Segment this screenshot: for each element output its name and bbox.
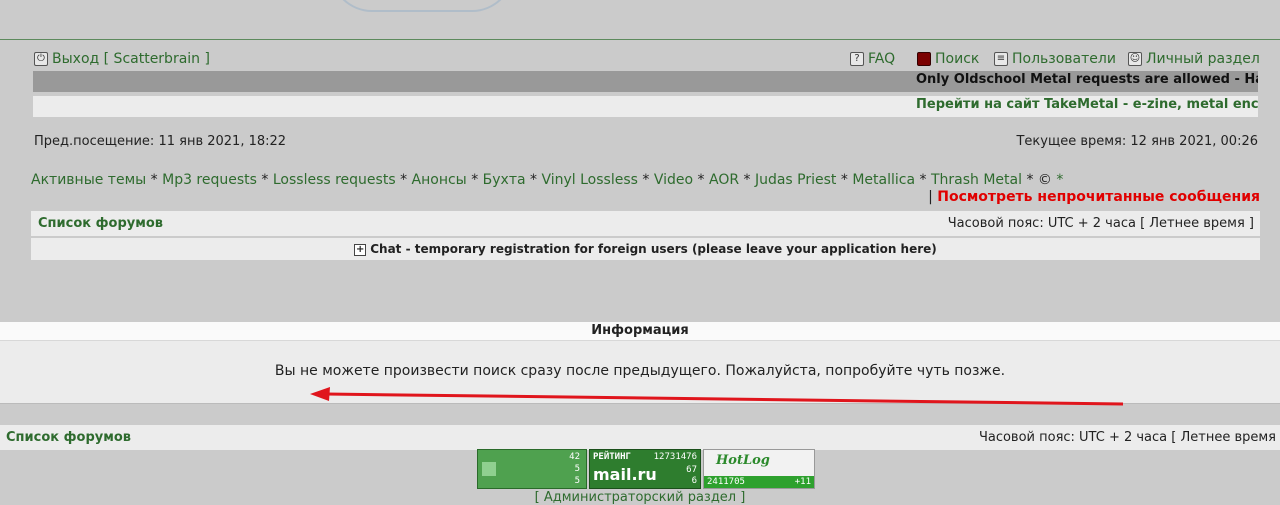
announcement-banner: Only Oldschool Metal requests are allowe… (33, 71, 1258, 92)
chat-link[interactable]: Chat - temporary registration for foreig… (370, 242, 937, 256)
header-divider (0, 39, 1280, 40)
site-link-text[interactable]: Перейти на сайт TakeMetal - e-zine, meta… (916, 97, 1258, 112)
separator: * (840, 172, 848, 188)
profile-link[interactable]: ☺ Личный раздел (1128, 51, 1260, 67)
separator: * (743, 172, 751, 188)
unread-posts-link[interactable]: | Посмотреть непрочитанные сообщения (928, 189, 1260, 205)
separator: * (697, 172, 705, 188)
quick-link[interactable]: Анонсы (412, 172, 467, 188)
quick-link[interactable]: Активные темы (31, 172, 146, 188)
site-logo-fragment (330, 0, 514, 12)
last-visit: Пред.посещение: 11 янв 2021, 18:22 (34, 134, 287, 149)
hotlog-plus: +11 (794, 477, 811, 487)
quick-link-star[interactable]: * (1056, 172, 1063, 188)
timezone-info: Часовой пояс: UTC + 2 часа [ Летнее врем… (947, 216, 1254, 231)
unread-label[interactable]: Посмотреть непрочитанные сообщения (937, 189, 1260, 205)
current-time: Текущее время: 12 янв 2021, 00:26 (1016, 134, 1258, 149)
quick-link[interactable]: Judas Priest (755, 172, 836, 188)
faq-label: FAQ (868, 51, 896, 67)
logout-label: Выход [ Scatterbrain ] (52, 51, 210, 67)
unread-separator: | (928, 189, 933, 205)
chat-row: + Chat - temporary registration for forei… (31, 238, 1260, 260)
quick-link[interactable]: AOR (709, 172, 739, 188)
users-label: Пользователи (1012, 51, 1116, 67)
rating-stat: 67 (686, 465, 697, 475)
separator: * (261, 172, 269, 188)
separator: * (471, 172, 479, 188)
help-icon: ? (850, 52, 864, 66)
hotlog-number: 2411705 (707, 477, 745, 487)
separator: * (1026, 172, 1034, 188)
separator: * (642, 172, 650, 188)
rating-label: РЕЙТИНГ (593, 452, 631, 462)
forum-index-link[interactable]: Список форумов (38, 216, 163, 231)
announcement-text: Only Oldschool Metal requests are allowe… (916, 72, 1258, 87)
profile-label: Личный раздел (1146, 51, 1260, 67)
counter-line: 42 (569, 452, 580, 462)
search-icon (917, 52, 931, 66)
quick-link[interactable]: Mp3 requests (162, 172, 257, 188)
quick-links-bar: Активные темы * Mp3 requests * Lossless … (31, 172, 1063, 188)
rating-stat: 6 (691, 476, 697, 486)
forum-nav-bar-bottom: Список форумов Часовой пояс: UTC + 2 час… (0, 425, 1280, 450)
search-link[interactable]: Поиск (917, 51, 979, 67)
separator: * (150, 172, 158, 188)
chart-icon (482, 462, 496, 476)
liveinternet-counter[interactable]: 42 5 5 (477, 449, 587, 489)
quick-link[interactable]: Metallica (852, 172, 915, 188)
quick-link[interactable]: Vinyl Lossless (541, 172, 637, 188)
separator: * (400, 172, 408, 188)
users-list-icon: ≡ (994, 52, 1008, 66)
logout-link[interactable]: ⏻ Выход [ Scatterbrain ] (34, 51, 210, 67)
rating-number: 12731476 (653, 452, 697, 462)
quick-link[interactable]: Lossless requests (273, 172, 396, 188)
timezone-info-bottom: Часовой пояс: UTC + 2 часа [ Летнее врем… (978, 430, 1276, 445)
forum-nav-bar: Список форумов Часовой пояс: UTC + 2 час… (31, 211, 1260, 236)
copyright-mark: © (1037, 172, 1052, 188)
faq-link[interactable]: ? FAQ (850, 51, 895, 67)
search-label: Поиск (935, 51, 980, 67)
info-message: Вы не можете произвести поиск сразу посл… (274, 363, 1006, 379)
mailru-rating-counter[interactable]: РЕЙТИНГ 12731476 mail.ru 67 6 (589, 449, 701, 489)
info-panel: Вы не можете произвести поиск сразу посл… (0, 340, 1280, 404)
hotlog-logo: HotLog (716, 453, 770, 468)
separator: * (530, 172, 538, 188)
separator: * (919, 172, 927, 188)
hotlog-counter[interactable]: HotLog 2411705 +11 (703, 449, 815, 489)
quick-link[interactable]: Бухта (483, 172, 526, 188)
counter-line: 5 (574, 464, 580, 474)
counter-line: 5 (574, 476, 580, 486)
forum-index-link-bottom[interactable]: Список форумов (6, 430, 131, 445)
expand-icon[interactable]: + (354, 244, 367, 256)
logout-icon: ⏻ (34, 52, 48, 66)
site-link-banner[interactable]: Перейти на сайт TakeMetal - e-zine, meta… (33, 96, 1258, 117)
quick-link[interactable]: Video (654, 172, 693, 188)
user-profile-icon: ☺ (1128, 52, 1142, 66)
info-panel-title: Информация (0, 322, 1280, 340)
users-link[interactable]: ≡ Пользователи (994, 51, 1116, 67)
quick-link[interactable]: Thrash Metal (931, 172, 1022, 188)
admin-panel-link[interactable]: [ Администраторский раздел ] (0, 490, 1280, 505)
mailru-logo: mail.ru (593, 465, 657, 484)
